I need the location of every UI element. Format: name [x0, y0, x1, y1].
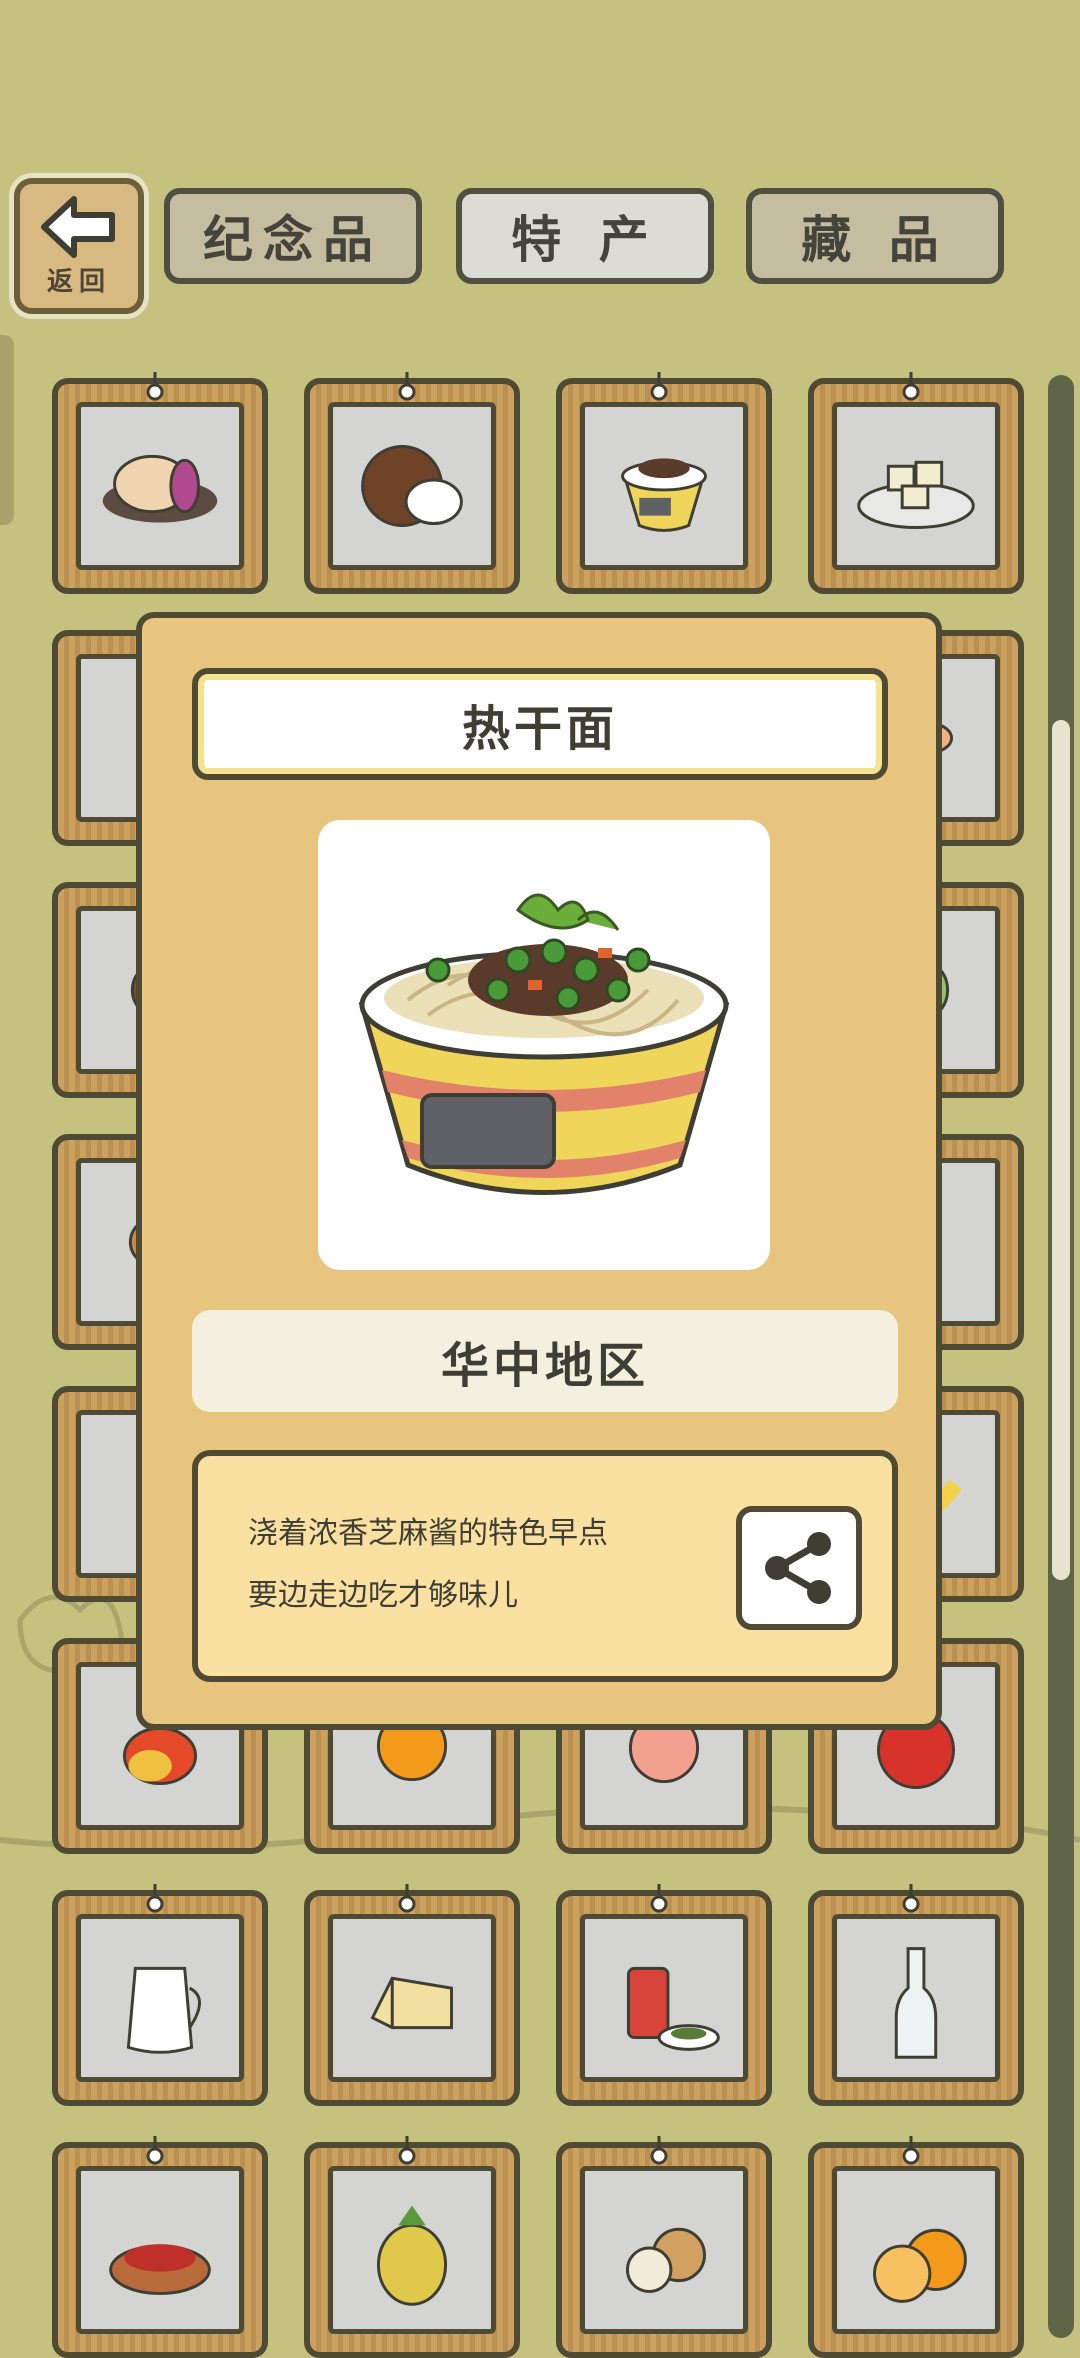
- item-slot-frame: [580, 1914, 748, 2082]
- hot-dry-noodles-icon: [358, 893, 730, 1195]
- milk-jug-icon: [126, 1966, 201, 2054]
- hang-hook-icon: [902, 372, 920, 401]
- item-slot[interactable]: [556, 1884, 772, 2106]
- item-slot-frame: [328, 402, 496, 570]
- coconut-icon: [361, 445, 463, 527]
- item-slot-frame: [76, 1914, 244, 2082]
- glass-bottle-icon: [894, 1947, 938, 2059]
- hang-hook-icon: [650, 372, 668, 401]
- hang-hook-icon: [650, 1884, 668, 1913]
- tofu-icon: [857, 460, 975, 529]
- item-slot[interactable]: [556, 2136, 772, 2358]
- horned-melon-icon: [376, 2205, 448, 2306]
- item-slot-frame: [832, 402, 1000, 570]
- hang-hook-icon: [146, 372, 164, 401]
- hang-hook-icon: [650, 2136, 668, 2165]
- scrollbar-thumb[interactable]: [1052, 720, 1070, 1580]
- item-slot[interactable]: [304, 1884, 520, 2106]
- item-slot-frame: [76, 402, 244, 570]
- hang-hook-icon: [398, 1884, 416, 1913]
- item-slot-frame: [328, 1914, 496, 2082]
- item-slot[interactable]: [304, 372, 520, 594]
- description-line-1: 浇着浓香芝麻酱的特色早点: [248, 1516, 608, 1551]
- orange-slice-icon: [873, 2228, 967, 2303]
- item-slot[interactable]: [304, 2136, 520, 2358]
- hang-hook-icon: [902, 2136, 920, 2165]
- hot-dry-noodles-icon: [621, 458, 707, 532]
- item-slot-frame: [832, 1914, 1000, 2082]
- item-slot-frame: [580, 402, 748, 570]
- item-description: 浇着浓香芝麻酱的特色早点 要边走边吃才够味儿: [192, 1450, 898, 1682]
- tea-can-icon: [626, 1966, 720, 2051]
- longan-icon: [625, 2227, 706, 2293]
- item-picture: [318, 820, 770, 1270]
- item-name: 热干面: [192, 668, 888, 780]
- item-slot[interactable]: [52, 372, 268, 594]
- item-slot[interactable]: [808, 372, 1024, 594]
- share-icon: [765, 1532, 831, 1604]
- hang-hook-icon: [146, 2136, 164, 2165]
- item-slot[interactable]: [52, 2136, 268, 2358]
- hang-hook-icon: [398, 2136, 416, 2165]
- cheese-icon: [370, 1976, 453, 2030]
- item-slot[interactable]: [808, 2136, 1024, 2358]
- share-button[interactable]: [736, 1506, 862, 1630]
- item-slot-frame: [580, 2166, 748, 2334]
- item-slot-frame: [328, 2166, 496, 2334]
- item-detail-dialog: 热干面 华中地区 浇着浓香芝麻酱的特色早点 要边走边吃才够味儿: [136, 612, 942, 1730]
- item-slot-frame: [76, 2166, 244, 2334]
- item-slot[interactable]: [556, 372, 772, 594]
- mooncake-icon: [102, 454, 218, 523]
- hang-hook-icon: [146, 1884, 164, 1913]
- hang-hook-icon: [902, 1884, 920, 1913]
- item-slot[interactable]: [52, 1884, 268, 2106]
- item-region: 华中地区: [192, 1310, 898, 1412]
- item-slot[interactable]: [808, 1884, 1024, 2106]
- description-line-2: 要边走边吃才够味儿: [248, 1578, 518, 1613]
- goji-berries-icon: [109, 2244, 211, 2295]
- hang-hook-icon: [398, 372, 416, 401]
- item-slot-frame: [832, 2166, 1000, 2334]
